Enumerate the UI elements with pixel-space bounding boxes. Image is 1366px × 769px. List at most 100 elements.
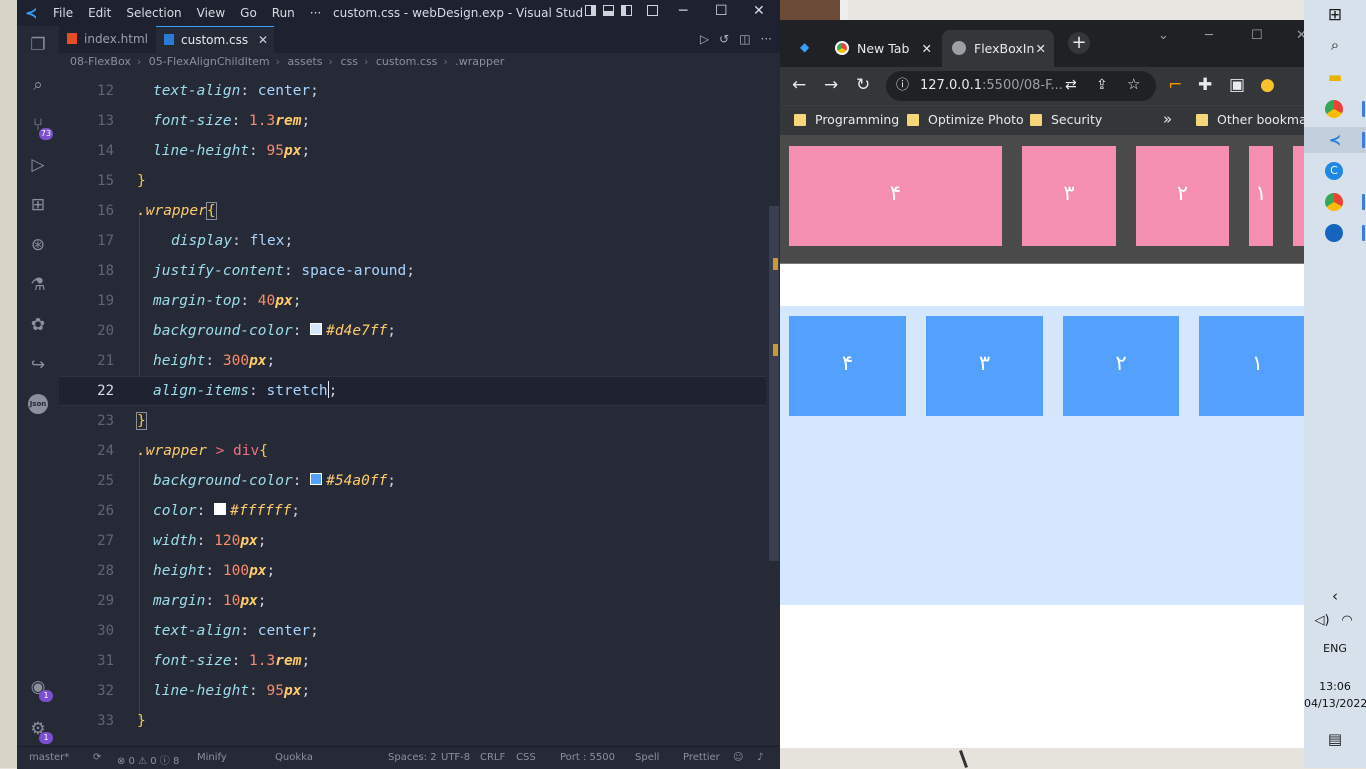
extensions-icon[interactable]: ⊞ [27,194,49,216]
live-share-icon[interactable]: ↪ [27,354,49,376]
profile-avatar-icon[interactable]: ● [1260,75,1275,95]
color-swatch[interactable] [310,473,323,485]
indent-status[interactable]: Spaces: 2 [388,752,437,763]
bookmark-folder-optimize-photo[interactable]: Optimize Photo [907,112,1024,127]
feedback-icon[interactable]: ☺ [733,752,743,763]
minimize-icon[interactable]: ─ [1205,28,1213,43]
address-bar[interactable]: ⓘ 127.0.0.1:5500/08-F... [886,71,1156,101]
bookmark-folder-other[interactable]: Other bookmark [1196,112,1305,127]
bookmarks-overflow-button[interactable]: » [1163,110,1172,128]
split-editor-icon[interactable]: ◫ [739,32,750,46]
breadcrumb-item[interactable]: 05-FlexAlignChildItem [149,55,270,68]
bookmark-star-icon[interactable]: ☆ [1127,75,1140,93]
run-icon[interactable]: ▷ [700,32,709,46]
share-icon[interactable]: ⇪ [1096,77,1108,93]
notifications-icon[interactable]: ▤ [1325,729,1345,749]
timeline-icon[interactable]: ↺ [719,32,729,46]
menu-go[interactable]: Go [240,6,257,20]
file-explorer-icon[interactable]: ▬ [1325,67,1345,87]
clock-time[interactable]: 13:06 [1304,680,1366,693]
encoding-status[interactable]: UTF-8 [441,752,470,763]
tab-new-tab[interactable]: New Tab ✕ [825,30,940,67]
extensions-puzzle-icon[interactable]: ✚ [1198,75,1212,95]
tab-flexbox[interactable]: FlexBoxIn ✕ [942,30,1054,67]
close-tab-icon[interactable]: ✕ [1036,30,1046,67]
pinned-tab-icon[interactable]: ◆ [800,40,809,54]
source-control-icon[interactable]: ⑂ 73 [27,114,53,140]
menu-file[interactable]: File [53,6,73,20]
breadcrumb-item[interactable]: .wrapper [455,55,504,68]
menu-selection[interactable]: Selection [126,6,181,20]
menu-run[interactable]: Run [272,6,295,20]
settings-gear-icon[interactable]: ⚙ 1 [27,718,53,744]
git-graph-icon[interactable]: ⊛ [27,234,49,256]
back-icon[interactable]: ← [792,75,806,95]
paw-icon[interactable]: ✿ [27,314,49,336]
json-icon[interactable]: Json [28,394,48,414]
wifi-icon[interactable]: ◠ [1337,611,1357,631]
close-icon[interactable]: ✕ [753,3,765,19]
new-tab-button[interactable]: + [1068,32,1090,54]
sidepanel-icon[interactable]: ▣ [1229,75,1245,95]
toggle-secondary-sidebar-icon[interactable] [621,5,632,16]
problems-status[interactable]: ⊗ 0 ⚠ 0 ⓘ 8 [117,752,179,767]
notifications-bell-icon[interactable]: ♪ [757,752,763,763]
close-tab-icon[interactable]: ✕ [258,27,268,54]
breadcrumb-item[interactable]: 08-FlexBox [70,55,131,68]
chrome-profile-app-icon[interactable] [1325,193,1343,211]
toggle-panel-icon[interactable] [603,5,614,16]
language-status[interactable]: CSS [516,752,536,763]
extension-icon[interactable]: ⌐ [1168,75,1182,95]
more-actions-icon[interactable]: ··· [761,32,772,46]
minify-status[interactable]: Minify [197,752,227,763]
run-debug-icon[interactable]: ▷ [27,154,49,176]
forward-icon[interactable]: → [824,75,838,95]
chrome-app-icon[interactable] [1325,100,1343,118]
minimize-icon[interactable]: ─ [679,3,687,19]
explorer-icon[interactable]: ❐ [27,34,49,56]
tab-custom-css[interactable]: custom.css ✕ [156,26,274,53]
tab-search-icon[interactable]: ⌄ [1158,28,1169,43]
prettier-status[interactable]: Prettier [683,752,720,763]
spell-status[interactable]: Spell [635,752,659,763]
branch-status[interactable]: master* [29,752,69,763]
maximize-icon[interactable]: ☐ [1251,28,1263,43]
testing-icon[interactable]: ⚗ [27,274,49,296]
sync-icon[interactable]: ⟳ [93,752,101,763]
breadcrumb-item[interactable]: custom.css [376,55,438,68]
vscode-app-icon[interactable]: ≺ [1325,130,1345,150]
accounts-icon[interactable]: ◉ 1 [27,676,53,702]
editor-scrollbar[interactable] [769,76,779,746]
show-hidden-icons-icon[interactable]: ‹ [1325,586,1345,606]
window-title: custom.css - webDesign.exp - Visual Stud… [333,6,583,20]
close-tab-icon[interactable]: ✕ [922,30,932,67]
language-indicator[interactable]: ENG [1304,642,1366,655]
reload-icon[interactable]: ↻ [856,75,870,95]
breadcrumb-item[interactable]: css [340,55,358,68]
quokka-status[interactable]: Quokka [275,752,313,763]
search-icon[interactable]: ⌕ [1325,35,1345,55]
bookmark-folder-programming[interactable]: Programming [794,112,899,127]
bookmark-folder-security[interactable]: Security [1030,112,1102,127]
color-swatch[interactable] [310,323,323,335]
firefox-app-icon[interactable] [1325,224,1343,242]
menu-edit[interactable]: Edit [88,6,111,20]
windows-start-icon[interactable]: ⊞ [1325,5,1345,25]
site-info-icon[interactable]: ⓘ [896,71,909,101]
code-editor[interactable]: 12 text-align: center; 13 font-size: 1.3re… [59,76,766,746]
maximize-icon[interactable]: ☐ [715,3,728,19]
toggle-sidebar-icon[interactable] [585,5,596,16]
translate-icon[interactable]: ⇄ [1065,77,1077,93]
port-status[interactable]: Port : 5500 [560,752,615,763]
clock-date[interactable]: 04/13/2022 [1304,697,1366,710]
volume-icon[interactable]: ◁) [1312,611,1332,631]
tab-index-html[interactable]: index.html [59,26,156,53]
breadcrumb-item[interactable]: assets [288,55,323,68]
search-icon[interactable]: ⌕ [27,74,49,96]
menu-more[interactable]: ··· [310,6,321,20]
c-app-icon[interactable]: C [1325,162,1343,180]
eol-status[interactable]: CRLF [480,752,505,763]
color-swatch[interactable] [214,503,227,515]
menu-view[interactable]: View [197,6,225,20]
customize-layout-icon[interactable] [647,5,658,16]
